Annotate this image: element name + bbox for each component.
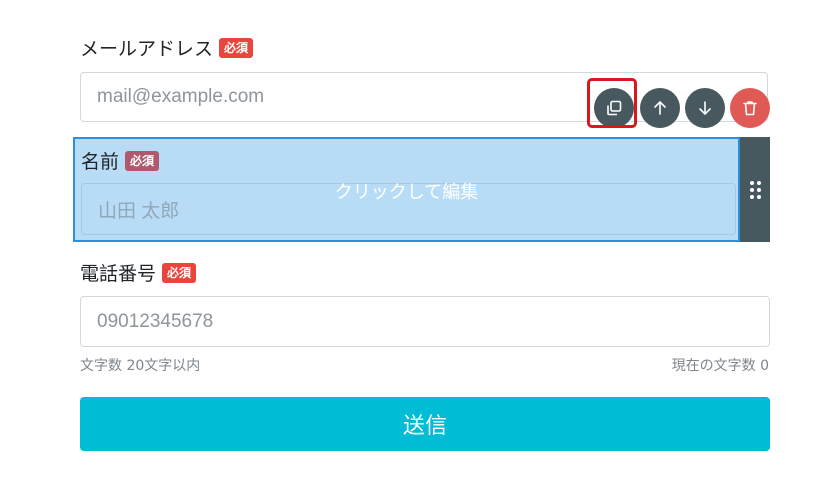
email-label-row: メールアドレス 必須 — [80, 34, 254, 61]
name-label-row: 名前 必須 — [81, 147, 160, 174]
required-badge: 必須 — [219, 37, 254, 58]
phone-label: 電話番号 — [80, 263, 157, 285]
char-limit-hint: 文字数 20文字以内 — [80, 358, 201, 374]
move-down-button[interactable] — [685, 88, 725, 128]
submit-button[interactable]: 送信 — [80, 397, 770, 451]
email-label: メールアドレス — [80, 38, 214, 60]
move-up-button[interactable] — [640, 88, 680, 128]
phone-label-row: 電話番号 必須 — [80, 259, 197, 286]
required-badge: 必須 — [125, 150, 160, 171]
phone-field[interactable]: 09012345678 — [80, 296, 770, 347]
arrow-down-icon — [699, 101, 711, 115]
copy-button-highlight — [587, 78, 637, 128]
click-to-edit-text: クリックして編集 — [334, 182, 479, 203]
arrow-up-icon — [654, 101, 666, 115]
name-label: 名前 — [81, 151, 120, 173]
required-badge: 必須 — [162, 262, 197, 283]
delete-button[interactable] — [730, 88, 770, 128]
trash-icon — [743, 101, 757, 116]
email-placeholder: mail@example.com — [97, 86, 265, 107]
drag-handle-icon — [749, 180, 761, 199]
phone-placeholder: 09012345678 — [97, 310, 214, 332]
drag-handle[interactable] — [740, 137, 770, 242]
char-count-hint: 現在の文字数 0 — [671, 358, 769, 374]
